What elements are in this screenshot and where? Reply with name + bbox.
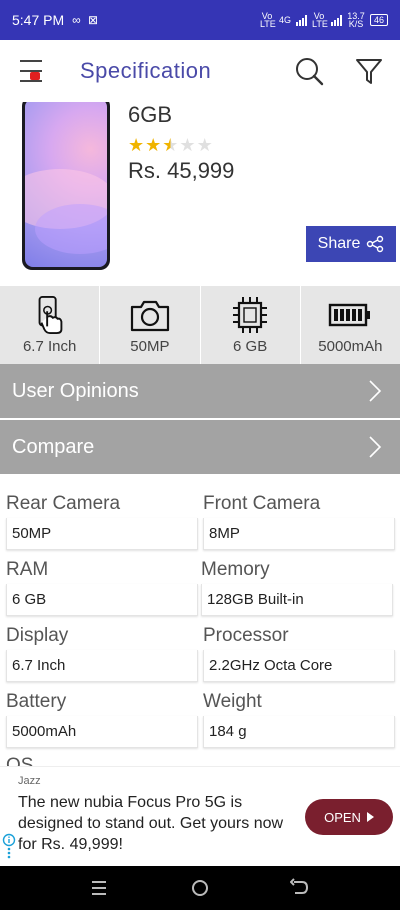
signal-icon-2 [330, 14, 342, 26]
star-empty-icon: ★ [179, 135, 197, 155]
spec-label: Memory [201, 559, 270, 580]
menu-icon [20, 60, 42, 62]
spec-value: 128GB Built-in [201, 584, 393, 616]
touch-phone-icon [38, 296, 62, 334]
ad-sponsor: Jazz [18, 775, 41, 787]
network-type: 4G [278, 15, 291, 25]
filter-icon [356, 59, 382, 84]
spec-value: 8MP [203, 518, 395, 550]
star-icon: ★ [128, 135, 146, 155]
ad-info-icon[interactable] [2, 833, 16, 861]
signal-icon [295, 14, 307, 26]
volte-label-1: Vo LTE [259, 11, 276, 29]
spec-label: Rear Camera [6, 493, 121, 514]
spec-value: 184 g [203, 716, 395, 748]
star-icon: ★ [145, 135, 163, 155]
spec-label: RAM [6, 559, 49, 580]
menu-button[interactable] [0, 40, 64, 102]
key-spec-label: 6 GB [233, 338, 268, 355]
system-nav-bar [0, 866, 400, 910]
app-header: Specification [0, 40, 400, 102]
star-empty-icon: ★ [196, 135, 214, 155]
spec-value: 6.7 Inch [6, 650, 198, 682]
search-button[interactable] [292, 54, 326, 88]
chevron-right-icon [369, 436, 382, 458]
product-name: 6GB [128, 102, 173, 127]
spec-label: Battery [6, 691, 67, 712]
share-label: Share [317, 235, 361, 252]
camera-icon [130, 300, 169, 332]
spec-value: 2.2GHz Octa Core [203, 650, 395, 682]
product-image[interactable] [22, 102, 110, 270]
key-spec-camera: 50MP [100, 286, 201, 364]
spec-os: OS [6, 754, 198, 766]
spec-grid: Rear Camera 50MP Front Camera 8MP RAM 6 … [0, 476, 400, 766]
wallpaper-shape [35, 204, 107, 254]
chip-icon [233, 297, 268, 333]
ad-banner[interactable]: Jazz The new nubia Focus Pro 5G is desig… [0, 766, 400, 866]
user-opinions-label: User Opinions [12, 379, 139, 402]
spec-label: OS [6, 755, 34, 766]
rating-stars: ★★★★★ [128, 135, 214, 156]
battery-indicator: 46 [369, 14, 388, 26]
page-title: Specification [80, 58, 212, 83]
spec-label: Processor [203, 625, 289, 646]
compare-label: Compare [12, 435, 95, 458]
spec-label: Weight [203, 691, 262, 712]
key-spec-battery: 5000mAh [301, 286, 400, 364]
key-spec-display: 6.7 Inch [0, 286, 101, 364]
spec-front-camera: Front Camera 8MP [203, 492, 395, 550]
share-icon [367, 235, 384, 253]
spec-ram: RAM 6 GB [6, 558, 198, 616]
key-spec-label: 5000mAh [318, 338, 383, 355]
product-price: Rs. 45,999 [128, 158, 235, 183]
status-right: Vo LTE 4G Vo LTE 13.7 K/S 46 [259, 11, 388, 29]
key-spec-ram: 6 GB [201, 286, 301, 364]
filter-button[interactable] [352, 54, 386, 88]
search-icon [296, 58, 324, 86]
net-speed: 13.7 K/S [347, 11, 365, 29]
battery-icon [329, 303, 371, 327]
spec-weight: Weight 184 g [203, 690, 395, 748]
back-icon[interactable] [290, 878, 310, 898]
key-spec-label: 6.7 Inch [22, 338, 77, 355]
status-time: 5:47 PM [12, 12, 65, 28]
key-specs: 6.7 Inch 50MP 6 GB 5000mAh [0, 286, 400, 364]
compare-row[interactable]: Compare [0, 420, 400, 474]
play-arrow-icon [366, 812, 374, 822]
spec-battery: Battery 5000mAh [6, 690, 198, 748]
spec-rear-camera: Rear Camera 50MP [6, 492, 198, 550]
spec-value: 5000mAh [6, 716, 198, 748]
product-summary: 6GB ★★★★★ Rs. 45,999 Share [0, 102, 400, 286]
home-icon[interactable] [190, 878, 210, 898]
ad-open-label: OPEN [324, 809, 361, 825]
spec-label: Display [6, 625, 69, 646]
recent-apps-icon[interactable] [90, 878, 108, 898]
volte-label-2: Vo LTE [311, 11, 328, 29]
user-opinions-row[interactable]: User Opinions [0, 364, 400, 418]
notification-dot [30, 72, 40, 80]
menu-icon-line [20, 80, 42, 82]
status-bar: 5:47 PM ∞ ⊠ Vo LTE 4G Vo LTE 13.7 K/S 46 [0, 0, 400, 40]
spec-value: 50MP [6, 518, 198, 550]
key-spec-label: 50MP [130, 338, 170, 355]
share-button[interactable]: Share [306, 226, 396, 262]
phone-screen [25, 102, 107, 267]
spec-memory: Memory 128GB Built-in [201, 558, 393, 616]
notification-icons: ∞ ⊠ [72, 13, 101, 27]
ad-copy: The new nubia Focus Pro 5G is designed t… [18, 794, 284, 853]
spec-value: 6 GB [6, 584, 198, 616]
spec-display: Display 6.7 Inch [6, 624, 198, 682]
ad-open-button[interactable]: OPEN [305, 799, 393, 835]
chevron-right-icon [369, 380, 382, 402]
spec-processor: Processor 2.2GHz Octa Core [203, 624, 395, 682]
spec-label: Front Camera [203, 493, 321, 514]
half-star-icon: ★ [162, 135, 180, 155]
